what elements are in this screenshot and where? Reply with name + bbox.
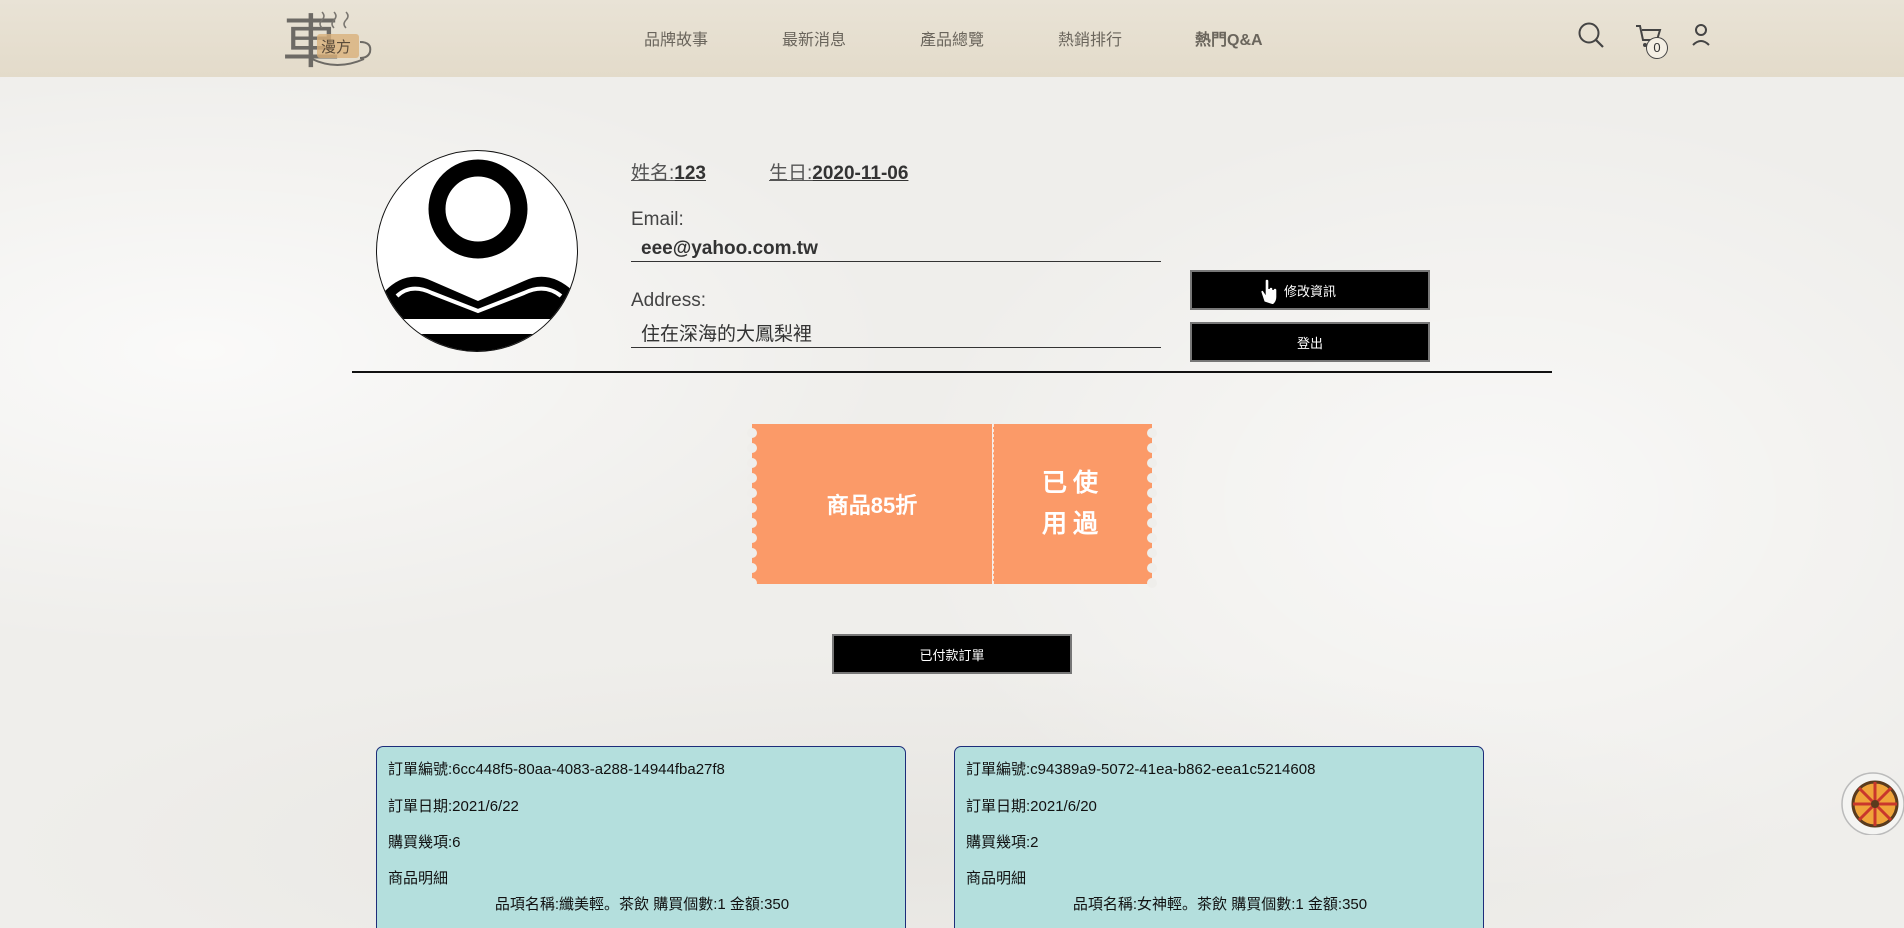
coupon-notch xyxy=(1147,533,1157,543)
order-card: 訂單編號:6cc448f5-80aa-4083-a288-14944fba27f… xyxy=(376,746,906,928)
coupon-notch xyxy=(747,548,757,558)
order-id: 訂單編號:6cc448f5-80aa-4083-a288-14944fba27f… xyxy=(388,761,725,778)
order-item: 品項名稱:纖美輕。茶飲 購買個數:1 金額:350 xyxy=(494,896,790,913)
order-details-label: 商品明細 xyxy=(966,870,1027,887)
coupon-notch xyxy=(1147,563,1157,573)
coupon-notch xyxy=(1147,458,1157,468)
coupon-notch xyxy=(1147,548,1157,558)
birthday-row: 生日:2020-11-06 xyxy=(769,158,908,185)
order-card: 訂單編號:c94389a9-5072-41ea-b862-eea1c521460… xyxy=(954,746,1484,928)
email-value: eee@yahoo.com.tw xyxy=(631,238,1161,262)
coupon-status-line2: 用過 xyxy=(1041,510,1104,538)
user-icon[interactable] xyxy=(1690,23,1712,52)
order-date: 訂單日期:2021/6/22 xyxy=(388,798,519,815)
avatar xyxy=(376,150,578,352)
site-logo[interactable]: 車 漫方 xyxy=(282,4,382,76)
coupon-notch xyxy=(747,533,757,543)
svg-text:漫方: 漫方 xyxy=(321,38,351,56)
nav-latest-news[interactable]: 最新消息 xyxy=(782,26,846,50)
coupon-notch xyxy=(747,488,757,498)
coupon-notch xyxy=(747,503,757,513)
address-label: Address: xyxy=(631,290,706,311)
coupon-notch xyxy=(1147,488,1157,498)
coupon-notch xyxy=(747,518,757,528)
coupon-notch xyxy=(1147,518,1157,528)
coupon-notch xyxy=(747,563,757,573)
cart-count-badge: 0 xyxy=(1646,37,1668,59)
order-count: 購買幾項:6 xyxy=(388,834,461,851)
coupon-notch xyxy=(747,458,757,468)
nav-faq[interactable]: 熱門Q&A xyxy=(1195,26,1263,50)
address-value: 住在深海的大鳳梨裡 xyxy=(631,319,1161,348)
name-label: 姓名: xyxy=(631,163,675,184)
coupon-notch xyxy=(1147,428,1157,438)
name-row: 姓名:123 xyxy=(631,158,706,185)
coupon-notch xyxy=(747,428,757,438)
lucky-wheel-icon[interactable] xyxy=(1840,771,1904,839)
order-item: 品項名稱:女神輕。茶飲 購買個數:1 金額:350 xyxy=(1072,896,1368,913)
coupon-notch xyxy=(1147,503,1157,513)
email-label: Email: xyxy=(631,209,684,230)
order-id: 訂單編號:c94389a9-5072-41ea-b862-eea1c521460… xyxy=(966,761,1316,778)
coupon-title: 商品85折 xyxy=(752,424,992,584)
coupon-notch xyxy=(747,578,757,588)
nav-best-sellers[interactable]: 熱銷排行 xyxy=(1058,26,1122,50)
site-header: 車 漫方 品牌故事 最新消息 產品總覽 熱銷排行 熱門Q&A 0 xyxy=(0,0,1904,77)
coupon-notch xyxy=(747,473,757,483)
search-icon[interactable] xyxy=(1577,21,1605,54)
order-date: 訂單日期:2021/6/20 xyxy=(966,798,1097,815)
coupon-status-line1: 已使 xyxy=(1041,469,1104,497)
nav-products[interactable]: 產品總覽 xyxy=(920,26,984,50)
birthday-value: 2020-11-06 xyxy=(812,163,909,184)
profile-divider xyxy=(352,371,1552,373)
coupon-notch xyxy=(1147,473,1157,483)
coupon-status: 已使 用過 xyxy=(993,424,1152,584)
coupon-card: 商品85折 已使 用過 xyxy=(747,424,1157,588)
coupon-notch xyxy=(1147,443,1157,453)
order-details-label: 商品明細 xyxy=(388,870,449,887)
coupon-notch xyxy=(747,443,757,453)
name-value: 123 xyxy=(674,163,706,184)
coupon-notch xyxy=(1147,578,1157,588)
logout-button[interactable]: 登出 xyxy=(1190,322,1430,362)
order-count: 購買幾項:2 xyxy=(966,834,1039,851)
edit-profile-button[interactable]: 修改資訊 xyxy=(1190,270,1430,310)
hand-cursor-icon xyxy=(1258,278,1278,309)
nav-brand-story[interactable]: 品牌故事 xyxy=(644,26,708,50)
paid-orders-button[interactable]: 已付款訂單 xyxy=(832,634,1072,674)
birthday-label: 生日: xyxy=(769,163,813,184)
